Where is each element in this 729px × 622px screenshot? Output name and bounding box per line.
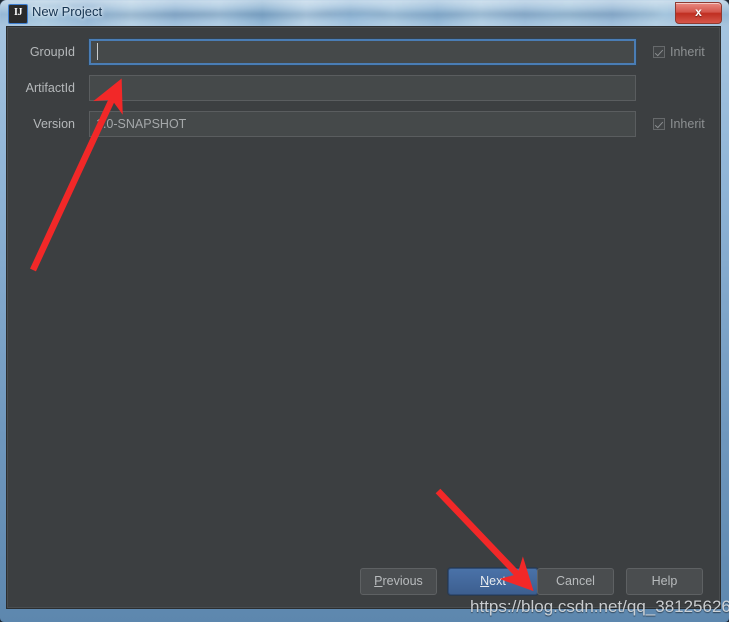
cancel-button[interactable]: Cancel [537, 568, 614, 595]
version-inherit-checkbox-group[interactable]: Inherit [653, 115, 705, 133]
help-button[interactable]: Help [626, 568, 703, 595]
previous-button-mnemonic: P [374, 574, 383, 588]
version-input[interactable] [89, 111, 636, 137]
next-button-mnemonic: N [480, 574, 490, 588]
title-bar-blurred-background [100, 3, 659, 23]
version-label: Version [33, 117, 75, 131]
text-caret [97, 43, 98, 60]
version-inherit-label: Inherit [670, 117, 705, 131]
previous-button[interactable]: Previous [360, 568, 437, 595]
next-button-label: ext [489, 574, 506, 588]
groupid-inherit-checkbox-group[interactable]: Inherit [653, 43, 705, 61]
window-frame: IJ New Project x GroupId Inherit Artifac… [0, 0, 729, 622]
intellij-app-icon: IJ [8, 4, 28, 24]
dialog-body: GroupId Inherit ArtifactId Version 1.0-S… [6, 26, 721, 609]
groupid-inherit-label: Inherit [670, 45, 705, 59]
artifactid-input[interactable] [89, 75, 636, 101]
groupid-label: GroupId [29, 45, 75, 59]
artifactid-label: ArtifactId [25, 81, 75, 95]
form-row-artifactid: ArtifactId [7, 75, 720, 101]
close-icon[interactable]: x [675, 2, 722, 24]
watermark-url: https://blog.csdn.net/qq_38125626 [470, 597, 729, 616]
groupid-input[interactable] [89, 39, 636, 65]
title-bar [0, 0, 729, 26]
dialog-button-bar: Previous Next Cancel Help [7, 568, 720, 598]
form-row-groupid: GroupId Inherit [7, 39, 720, 65]
checkbox-icon[interactable] [653, 46, 665, 58]
form-row-version: Version Inherit [7, 111, 720, 137]
next-button[interactable]: Next [448, 568, 538, 595]
maven-coordinates-form: GroupId Inherit ArtifactId Version 1.0-S… [7, 27, 720, 137]
checkbox-icon[interactable] [653, 118, 665, 130]
window-title: New Project [32, 4, 103, 19]
previous-button-label: revious [382, 574, 423, 588]
